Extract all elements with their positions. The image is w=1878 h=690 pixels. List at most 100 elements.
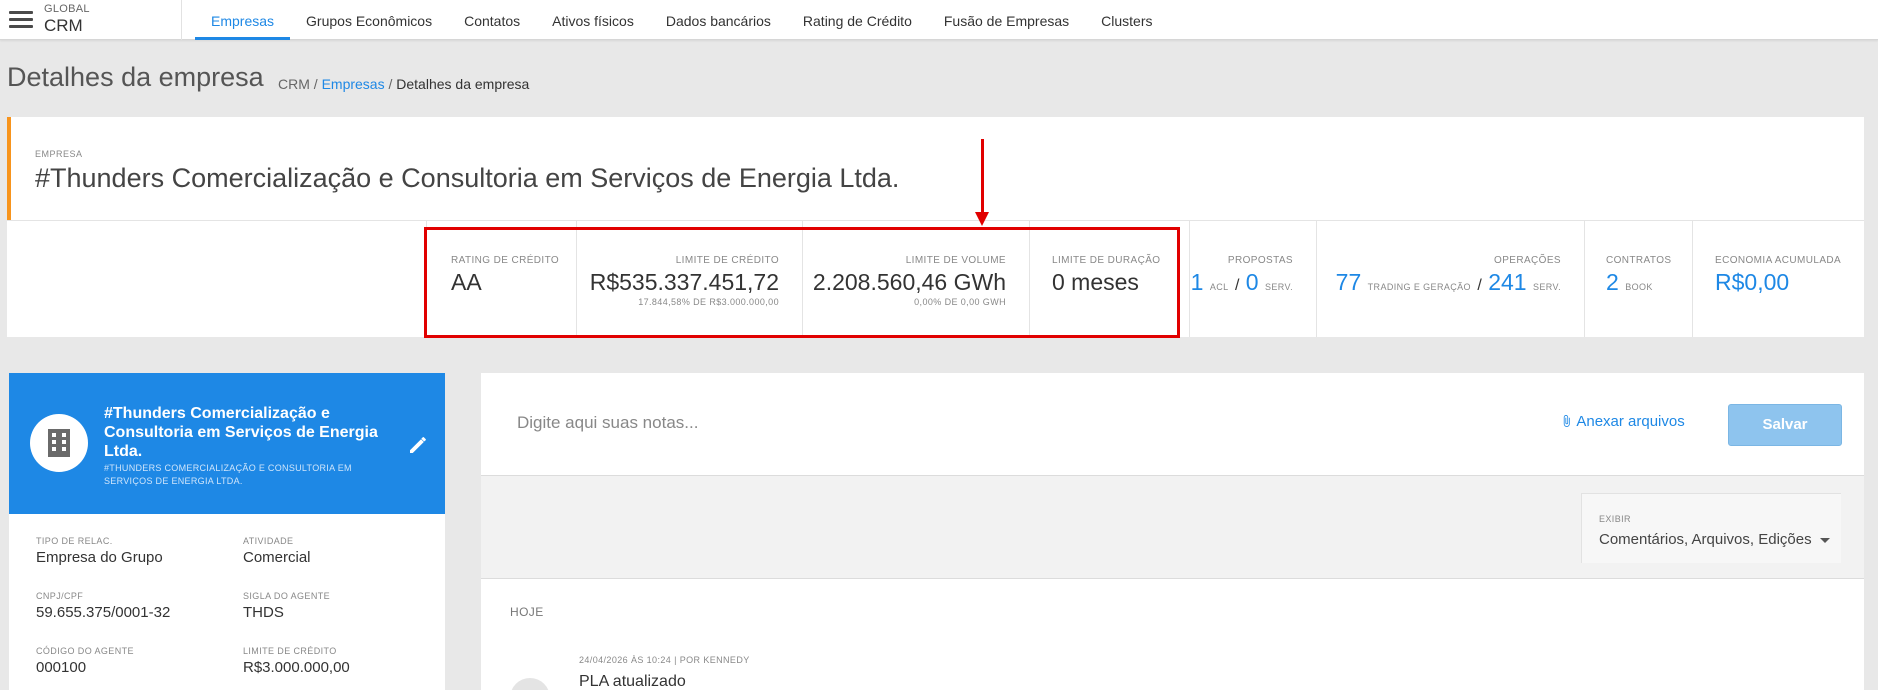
contracts-unit: BOOK bbox=[1625, 282, 1653, 292]
page-title: Detalhes da empresa bbox=[7, 62, 264, 92]
company-accent-bar bbox=[7, 117, 11, 220]
filter-bar: EXIBIR Comentários, Arquivos, Edições bbox=[481, 475, 1864, 579]
stat-spacer bbox=[7, 221, 427, 337]
field-value: 000100 bbox=[36, 659, 87, 676]
stat-value[interactable]: R$0,00 bbox=[1715, 269, 1789, 296]
paperclip-icon bbox=[1563, 415, 1570, 427]
field-label: LIMITE DE CRÉDITO bbox=[243, 646, 337, 656]
pencil-edit-icon[interactable] bbox=[406, 433, 430, 457]
stat-label: ECONOMIA ACUMULADA bbox=[1715, 255, 1842, 266]
stat-label: CONTRATOS bbox=[1606, 255, 1672, 266]
stat-value-row: 77 TRADING E GERAÇÃO / 241 SERV. bbox=[1336, 269, 1561, 296]
breadcrumb-link-empresas[interactable]: Empresas bbox=[322, 76, 385, 92]
filter-label: EXIBIR bbox=[1599, 514, 1631, 524]
field-label: CÓDIGO DO AGENTE bbox=[36, 646, 134, 656]
operations-trading-count[interactable]: 77 bbox=[1336, 269, 1362, 295]
display-filter-select[interactable]: EXIBIR Comentários, Arquivos, Edições bbox=[1581, 493, 1841, 563]
timeline-day-label: HOJE bbox=[510, 605, 544, 619]
field-codigo-agente: CÓDIGO DO AGENTE 000100 bbox=[36, 646, 134, 676]
field-label: CNPJ/CPF bbox=[36, 591, 84, 601]
company-profile-card: #Thunders Comercialização e Consultoria … bbox=[9, 373, 445, 690]
building-icon bbox=[48, 429, 70, 457]
proposals-serv-label: SERV. bbox=[1264, 282, 1293, 292]
timeline-entry-meta: 24/04/2026 ÀS 10:24 | POR KENNEDY bbox=[579, 655, 750, 665]
separator: / bbox=[1477, 277, 1482, 294]
annotation-arrow-line bbox=[981, 139, 984, 215]
stat-value-row: 2 BOOK bbox=[1606, 269, 1653, 296]
tab-rating-de-credito[interactable]: Rating de Crédito bbox=[787, 0, 928, 40]
stat-propostas: PROPOSTAS 1 ACL / 0 SERV. bbox=[1190, 221, 1317, 337]
company-summary-card: EMPRESA #Thunders Comercialização e Cons… bbox=[7, 117, 1864, 337]
proposals-acl-count[interactable]: 1 bbox=[1191, 269, 1204, 295]
breadcrumb-root[interactable]: CRM bbox=[278, 76, 310, 92]
stat-sub: 0,00% DE 0,00 GWH bbox=[914, 297, 1006, 307]
field-label: SIGLA DO AGENTE bbox=[243, 591, 331, 601]
stat-label: PROPOSTAS bbox=[1227, 255, 1293, 266]
stat-economia-acumulada: ECONOMIA ACUMULADA R$0,00 bbox=[1693, 221, 1864, 337]
attach-files-label: Anexar arquivos bbox=[1576, 413, 1685, 430]
notes-input[interactable]: Digite aqui suas notas... bbox=[517, 413, 698, 433]
caret-down-icon bbox=[1819, 537, 1830, 543]
stat-sub: 17.844,58% DE R$3.000.000,00 bbox=[638, 297, 779, 307]
top-navbar: GLOBAL CRM Empresas Grupos Econômicos Co… bbox=[0, 0, 1878, 40]
company-name: #Thunders Comercialização e Consultoria … bbox=[35, 163, 900, 193]
brand-app-name[interactable]: CRM bbox=[44, 16, 83, 36]
timeline-entry-title: PLA atualizado bbox=[579, 673, 686, 690]
stat-rating-credito: RATING DE CRÉDITO AA bbox=[427, 221, 577, 337]
tab-ativos-fisicos[interactable]: Ativos físicos bbox=[536, 0, 650, 40]
stat-value: 0 meses bbox=[1052, 269, 1139, 295]
field-value: Comercial bbox=[243, 549, 311, 566]
breadcrumb-separator: / bbox=[384, 76, 397, 92]
save-button[interactable]: Salvar bbox=[1728, 404, 1842, 446]
notes-panel: Digite aqui suas notas... Anexar arquivo… bbox=[481, 373, 1864, 690]
field-value: THDS bbox=[243, 604, 284, 621]
stat-label: RATING DE CRÉDITO bbox=[451, 255, 560, 266]
filter-value[interactable]: Comentários, Arquivos, Edições bbox=[1599, 531, 1830, 548]
hamburger-menu-icon[interactable] bbox=[9, 11, 33, 29]
stat-operacoes: OPERAÇÕES 77 TRADING E GERAÇÃO / 241 SER… bbox=[1317, 221, 1585, 337]
stat-label: OPERAÇÕES bbox=[1494, 255, 1561, 266]
tab-fusao-de-empresas[interactable]: Fusão de Empresas bbox=[928, 0, 1085, 40]
proposals-serv-count[interactable]: 0 bbox=[1246, 269, 1259, 295]
profile-header: #Thunders Comercialização e Consultoria … bbox=[9, 373, 445, 514]
profile-company-name: #Thunders Comercialização e Consultoria … bbox=[104, 405, 378, 460]
proposals-acl-label: ACL bbox=[1209, 282, 1229, 292]
stat-label: LIMITE DE CRÉDITO bbox=[675, 255, 779, 266]
tab-empresas[interactable]: Empresas bbox=[195, 0, 291, 40]
stat-value: 2.208.560,46 GWh bbox=[812, 269, 1006, 295]
operations-serv-label: SERV. bbox=[1532, 282, 1561, 292]
operations-trading-label: TRADING E GERAÇÃO bbox=[1367, 282, 1471, 292]
field-value: R$3.000.000,00 bbox=[243, 659, 350, 676]
breadcrumb-separator: / bbox=[309, 76, 322, 92]
field-value: 59.655.375/0001-32 bbox=[36, 604, 171, 621]
stat-label: LIMITE DE VOLUME bbox=[905, 255, 1006, 266]
timeline-entry-icon bbox=[510, 678, 550, 690]
field-label: TIPO DE RELAC. bbox=[36, 536, 113, 546]
field-limite-credito: LIMITE DE CRÉDITO R$3.000.000,00 bbox=[243, 646, 350, 676]
annotation-arrow-head bbox=[975, 212, 989, 226]
field-value: Empresa do Grupo bbox=[36, 549, 163, 566]
brand-scope: GLOBAL bbox=[44, 3, 90, 15]
tab-contatos[interactable]: Contatos bbox=[448, 0, 536, 40]
stat-value-row: 1 ACL / 0 SERV. bbox=[1191, 269, 1293, 296]
contracts-count[interactable]: 2 bbox=[1606, 269, 1619, 295]
field-label: ATIVIDADE bbox=[243, 536, 294, 546]
stat-value: R$535.337.451,72 bbox=[589, 269, 779, 295]
field-cnpj: CNPJ/CPF 59.655.375/0001-32 bbox=[36, 591, 170, 621]
attach-files-link[interactable]: Anexar arquivos bbox=[1560, 413, 1685, 430]
field-tipo-relacao: TIPO DE RELAC. Empresa do Grupo bbox=[36, 536, 163, 566]
tab-dados-bancarios[interactable]: Dados bancários bbox=[650, 0, 787, 40]
tab-grupos-economicos[interactable]: Grupos Econômicos bbox=[290, 0, 448, 40]
filter-selected-value: Comentários, Arquivos, Edições bbox=[1599, 531, 1812, 548]
stat-contratos: CONTRATOS 2 BOOK bbox=[1585, 221, 1693, 337]
company-label: EMPRESA bbox=[35, 149, 83, 159]
field-atividade: ATIVIDADE Comercial bbox=[243, 536, 311, 566]
breadcrumb: CRM / Empresas / Detalhes da empresa bbox=[278, 76, 529, 92]
field-sigla-agente: SIGLA DO AGENTE THDS bbox=[243, 591, 330, 621]
breadcrumb-current: Detalhes da empresa bbox=[396, 76, 530, 92]
brand-area: GLOBAL CRM bbox=[0, 0, 182, 40]
company-avatar bbox=[30, 414, 88, 472]
profile-company-legal-name: #THUNDERS COMERCIALIZAÇÃO E CONSULTORIA … bbox=[104, 463, 352, 486]
tab-clusters[interactable]: Clusters bbox=[1085, 0, 1168, 40]
operations-serv-count[interactable]: 241 bbox=[1488, 269, 1526, 295]
